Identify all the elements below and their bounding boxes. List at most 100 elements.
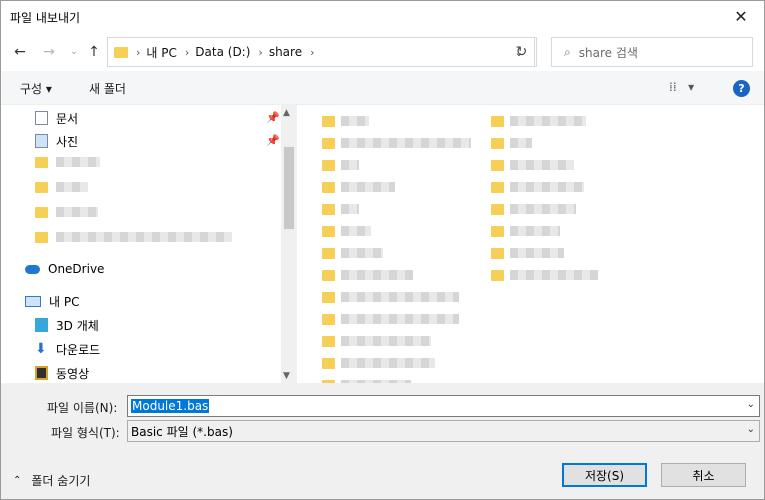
blurred-label: [341, 314, 459, 324]
folder-item[interactable]: [491, 154, 574, 176]
back-button[interactable]: ←: [9, 41, 31, 63]
folder-icon: [322, 159, 335, 171]
folder-icon: [35, 206, 48, 218]
blurred-label: [56, 157, 100, 167]
blurred-label: [341, 336, 431, 346]
folder-item[interactable]: [322, 242, 383, 264]
folder-item[interactable]: [322, 110, 369, 132]
folder-item[interactable]: [322, 220, 371, 242]
save-button[interactable]: 저장(S): [562, 463, 647, 487]
blurred-label: [510, 248, 564, 258]
close-icon: ✕: [734, 7, 748, 26]
command-bar: 구성 ▾ 새 폴더 ⁞⁞ ▾ ?: [1, 71, 764, 105]
filetype-select[interactable]: Basic 파일 (*.bas) ⌄: [127, 420, 760, 442]
blurred-label: [510, 204, 576, 214]
organize-menu-button[interactable]: 구성 ▾: [20, 80, 52, 97]
tree-item-label: 동영상: [56, 366, 90, 381]
chevron-down-icon[interactable]: ⌄: [747, 399, 755, 410]
cancel-button[interactable]: 취소: [661, 463, 746, 487]
folder-icon: [491, 225, 504, 237]
tree-item-videos[interactable]: 동영상: [35, 363, 89, 383]
tree-item-folder[interactable]: [35, 152, 100, 172]
breadcrumb-this-pc[interactable]: 내 PC: [146, 44, 176, 61]
tree-item-this-pc[interactable]: 내 PC: [25, 291, 79, 311]
folder-item[interactable]: [322, 198, 359, 220]
folder-item[interactable]: [322, 264, 413, 286]
video-icon: [35, 366, 48, 380]
pin-icon: 📌: [266, 134, 280, 147]
blurred-label: [341, 116, 369, 126]
folder-item[interactable]: [491, 264, 598, 286]
tree-item-label: 내 PC: [49, 294, 80, 309]
navigation-bar: ← → ⌄ ↑ › 내 PC › Data (D:) › share › ⌄ ↻…: [1, 34, 764, 68]
scroll-thumb[interactable]: [284, 147, 294, 229]
navigation-pane: 문서 📌 사진 📌 OneDrive 내 PC 3D 개체 ⬇ 다운로드 동영상: [1, 105, 298, 383]
folder-item[interactable]: [322, 176, 395, 198]
view-icon: ⁞⁞: [669, 80, 677, 94]
breadcrumb-data-drive[interactable]: Data (D:): [195, 45, 250, 59]
blurred-label: [510, 270, 598, 280]
view-options-button[interactable]: ⁞⁞ ▾: [669, 80, 694, 94]
close-button[interactable]: ✕: [718, 1, 764, 32]
folder-item[interactable]: [322, 286, 459, 308]
folder-item[interactable]: [322, 308, 459, 330]
folder-icon: [491, 247, 504, 259]
filename-input[interactable]: Module1.bas ⌄: [127, 395, 760, 417]
pin-icon: 📌: [266, 111, 280, 124]
folder-item[interactable]: [491, 132, 532, 154]
folder-item[interactable]: [322, 374, 411, 383]
back-arrow-icon: ←: [14, 44, 26, 60]
tree-item-pictures[interactable]: 사진: [35, 131, 78, 151]
hide-folders-toggle[interactable]: ⌃ 폴더 숨기기: [13, 472, 90, 489]
help-button[interactable]: ?: [733, 80, 750, 97]
tree-item-label: 사진: [56, 134, 79, 149]
folder-icon: [322, 313, 335, 325]
save-options-panel: 파일 이름(N): Module1.bas ⌄ 파일 형식(T): Basic …: [1, 383, 764, 499]
folder-item[interactable]: [491, 110, 586, 132]
recent-locations-button[interactable]: ⌄: [63, 41, 85, 63]
blurred-label: [510, 182, 584, 192]
download-arrow-icon: ⬇: [35, 341, 47, 357]
folder-item[interactable]: [322, 330, 431, 352]
computer-icon: [25, 295, 41, 307]
tree-item-folder[interactable]: [35, 202, 98, 222]
refresh-button[interactable]: ↻: [507, 37, 537, 67]
folder-item[interactable]: [322, 154, 359, 176]
blurred-label: [510, 116, 586, 126]
folder-item[interactable]: [491, 220, 560, 242]
search-placeholder: share 검색: [578, 45, 638, 60]
forward-button[interactable]: →: [38, 41, 60, 63]
filetype-label: 파일 형식(T):: [51, 426, 120, 440]
blurred-label: [341, 204, 359, 214]
tree-item-label: 3D 개체: [56, 318, 99, 333]
folder-icon: [35, 181, 48, 193]
tree-item-3d-objects[interactable]: 3D 개체: [35, 315, 99, 335]
export-file-dialog: 파일 내보내기 ✕ ← → ⌄ ↑ › 내 PC › Data (D:) › s…: [0, 0, 765, 500]
help-icon: ?: [738, 82, 745, 95]
tree-item-folder[interactable]: [35, 227, 232, 247]
folder-icon: [322, 357, 335, 369]
tree-item-documents[interactable]: 문서: [35, 108, 78, 128]
new-folder-button[interactable]: 새 폴더: [89, 80, 126, 97]
scroll-down-icon[interactable]: ▼: [283, 371, 290, 381]
folder-icon: [322, 225, 335, 237]
folder-icon: [322, 335, 335, 347]
folder-item[interactable]: [491, 176, 584, 198]
scroll-up-icon[interactable]: ▲: [283, 108, 290, 118]
navigation-scrollbar[interactable]: ▲ ▼: [281, 105, 297, 383]
tree-item-folder[interactable]: [35, 177, 88, 197]
folder-item[interactable]: [491, 198, 576, 220]
folder-item[interactable]: [322, 132, 471, 154]
folder-item[interactable]: [491, 242, 564, 264]
breadcrumb-separator-icon: ›: [258, 45, 263, 59]
breadcrumb-share[interactable]: share: [269, 45, 302, 59]
folder-item[interactable]: [322, 352, 435, 374]
tree-item-label: 다운로드: [56, 342, 101, 357]
search-box[interactable]: ⌕ share 검색: [551, 37, 753, 67]
forward-arrow-icon: →: [43, 44, 55, 60]
address-bar[interactable]: › 내 PC › Data (D:) › share › ⌄: [107, 37, 535, 67]
tree-item-onedrive[interactable]: OneDrive: [25, 259, 104, 279]
tree-item-downloads[interactable]: ⬇ 다운로드: [35, 339, 100, 359]
folder-icon: [322, 115, 335, 127]
up-button[interactable]: ↑: [83, 41, 105, 63]
